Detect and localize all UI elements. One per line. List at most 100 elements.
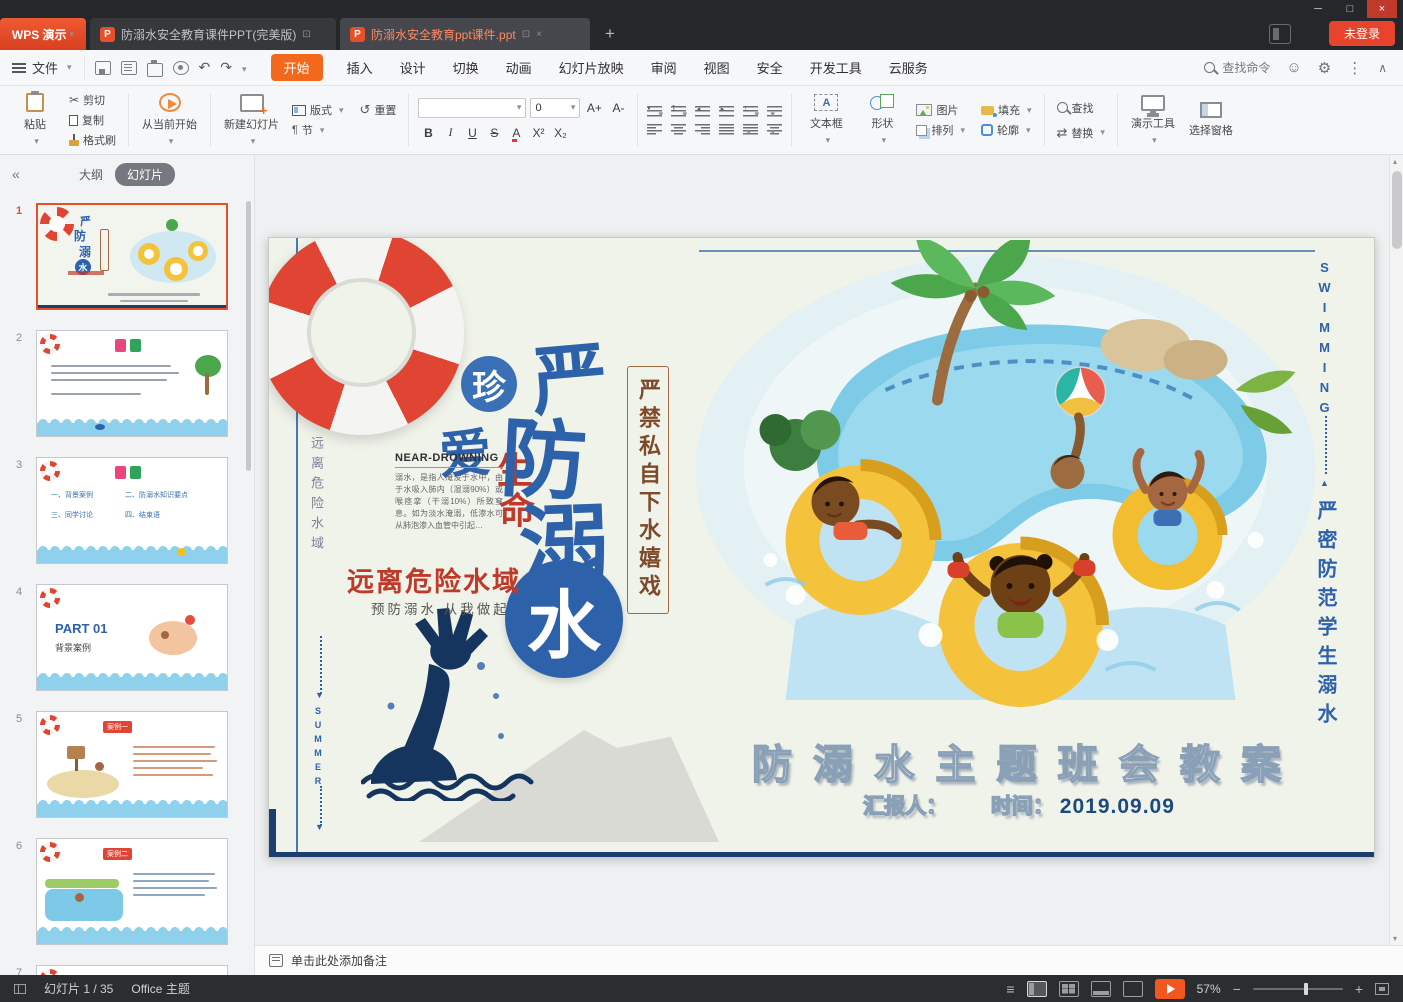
tab-slides[interactable]: 幻灯片	[115, 163, 175, 186]
underline-button[interactable]: U	[462, 123, 482, 143]
reading-view-button[interactable]	[1091, 981, 1111, 997]
canvas-scrollbar[interactable]	[1389, 155, 1403, 945]
grow-font-button[interactable]: A+	[584, 98, 604, 118]
new-slide-button[interactable]: 新建幻灯片	[220, 91, 283, 149]
notes-bar[interactable]: 单击此处添加备注	[255, 945, 1403, 975]
fit-to-window-icon[interactable]	[1375, 983, 1389, 995]
new-tab-button[interactable]: +	[598, 22, 622, 46]
layout-button[interactable]: 版式	[289, 102, 347, 119]
tab-review[interactable]: 审阅	[651, 58, 677, 77]
minimize-button[interactable]: ─	[1303, 0, 1333, 18]
zoom-slider[interactable]	[1253, 988, 1343, 990]
save-icon[interactable]	[95, 61, 111, 75]
skin-icon[interactable]	[1269, 24, 1291, 44]
export-icon[interactable]	[121, 61, 137, 75]
indent-icon[interactable]	[719, 106, 734, 117]
slide-thumbnail-1[interactable]: 严 防 溺 水	[36, 203, 228, 310]
slide-thumbnail-6[interactable]: 案例二	[36, 838, 228, 945]
tab-animation[interactable]: 动画	[506, 58, 532, 77]
format-painter-button[interactable]: 格式刷	[66, 132, 119, 149]
tab-cloud[interactable]: 云服务	[889, 58, 928, 77]
slideshow-view-button[interactable]	[1123, 981, 1143, 997]
text-direction-icon[interactable]	[767, 106, 782, 117]
tab-devtools[interactable]: 开发工具	[810, 58, 862, 77]
tab-close-icon[interactable]: ×	[536, 29, 542, 40]
distribute-icon[interactable]	[743, 124, 758, 135]
section-button[interactable]: 节	[289, 122, 347, 139]
bullets-icon[interactable]	[647, 106, 662, 117]
print-preview-icon[interactable]	[173, 61, 189, 75]
slide-thumbnail-3[interactable]: 一、背景案例 二、防溺水知识要点 三、同学讨论 四、结束语	[36, 457, 228, 564]
notes-toggle-icon[interactable]	[1006, 981, 1014, 997]
fill-button[interactable]: 填充	[978, 102, 1035, 119]
slide-thumbnail-7[interactable]	[36, 965, 228, 975]
selection-pane-button[interactable]: 选择窗格	[1185, 91, 1237, 149]
italic-button[interactable]: I	[440, 123, 460, 143]
font-color-button[interactable]: A	[506, 123, 526, 143]
find-command[interactable]: 查找命令	[1204, 59, 1270, 76]
redo-icon[interactable]	[220, 59, 232, 76]
settings-icon[interactable]	[1318, 59, 1331, 77]
scrollbar-thumb[interactable]	[1392, 171, 1402, 249]
zoom-in-button[interactable]: +	[1355, 981, 1363, 997]
arrange-button[interactable]: 排列	[913, 122, 968, 139]
tab-outline[interactable]: 大纲	[79, 166, 103, 183]
slide-sorter-view-button[interactable]	[1059, 981, 1079, 997]
font-size-combo[interactable]: 0	[530, 98, 580, 118]
doc-tab-2[interactable]: P 防溺水安全教育ppt课件.ppt ⊡ ×	[340, 18, 590, 50]
tab-transition[interactable]: 切换	[453, 58, 479, 77]
justify-icon[interactable]	[719, 124, 734, 135]
quickbar-dropdown-icon[interactable]	[242, 61, 247, 75]
cut-button[interactable]: 剪切	[66, 92, 119, 109]
replace-button[interactable]: 替换	[1054, 124, 1108, 141]
zoom-slider-thumb[interactable]	[1304, 983, 1308, 995]
font-family-combo[interactable]	[418, 98, 526, 118]
paste-button[interactable]: 粘贴	[10, 91, 60, 149]
collapse-panel-icon[interactable]: «	[12, 166, 20, 182]
tab-design[interactable]: 设计	[400, 58, 426, 77]
columns-icon[interactable]	[767, 124, 782, 135]
slide-thumbnail-2[interactable]	[36, 330, 228, 437]
outline-button[interactable]: 轮廓	[978, 122, 1035, 139]
zoom-out-button[interactable]: −	[1233, 981, 1241, 997]
slide-thumbnail-5[interactable]: 案例一	[36, 711, 228, 818]
shapes-button[interactable]: 形状	[857, 91, 907, 149]
sidebar-scrollbar[interactable]	[246, 201, 251, 471]
subscript-button[interactable]: X₂	[550, 123, 570, 143]
slide-thumbnail-4[interactable]: PART 01 背景案例	[36, 584, 228, 691]
find-button[interactable]: 查找	[1054, 99, 1108, 116]
reset-button[interactable]: 重置	[357, 102, 400, 119]
align-right-icon[interactable]	[695, 124, 710, 135]
maximize-button[interactable]: □	[1335, 0, 1365, 18]
close-button[interactable]: ×	[1367, 0, 1397, 18]
copy-button[interactable]: 复制	[66, 112, 119, 129]
align-left-icon[interactable]	[647, 124, 662, 135]
tab-security[interactable]: 安全	[757, 58, 783, 77]
print-icon[interactable]	[147, 63, 163, 77]
tab-view[interactable]: 视图	[704, 58, 730, 77]
presentation-tools-button[interactable]: 演示工具	[1127, 91, 1179, 149]
numbering-icon[interactable]	[671, 106, 686, 117]
bold-button[interactable]: B	[418, 123, 438, 143]
outdent-icon[interactable]	[695, 106, 710, 117]
undo-icon[interactable]	[199, 59, 211, 76]
play-from-current-button[interactable]: 从当前开始	[138, 91, 201, 149]
feedback-icon[interactable]	[1286, 59, 1301, 76]
wps-app-tab[interactable]: WPS 演示	[0, 18, 86, 50]
line-spacing-icon[interactable]	[743, 106, 758, 117]
normal-view-button[interactable]	[1027, 981, 1047, 997]
shrink-font-button[interactable]: A-	[608, 98, 628, 118]
strike-button[interactable]: S	[484, 123, 504, 143]
tab-slideshow[interactable]: 幻灯片放映	[559, 58, 624, 77]
login-button[interactable]: 未登录	[1329, 21, 1395, 46]
slide-canvas[interactable]: 珍 爱 生 命 严 防 溺 水 NEAR-DROWNING 溺水，是指人淹没于水…	[268, 237, 1375, 858]
picture-button[interactable]: 图片	[913, 102, 968, 119]
play-slideshow-button[interactable]	[1155, 979, 1185, 999]
doc-tab-1[interactable]: P 防溺水安全教育课件PPT(完美版) ⊡	[90, 18, 336, 50]
tab-insert[interactable]: 插入	[347, 58, 373, 77]
tab-home[interactable]: 开始	[271, 54, 323, 81]
file-menu[interactable]: 文件	[0, 50, 84, 85]
collapse-ribbon-icon[interactable]	[1378, 61, 1387, 75]
superscript-button[interactable]: X²	[528, 123, 548, 143]
align-center-icon[interactable]	[671, 124, 686, 135]
